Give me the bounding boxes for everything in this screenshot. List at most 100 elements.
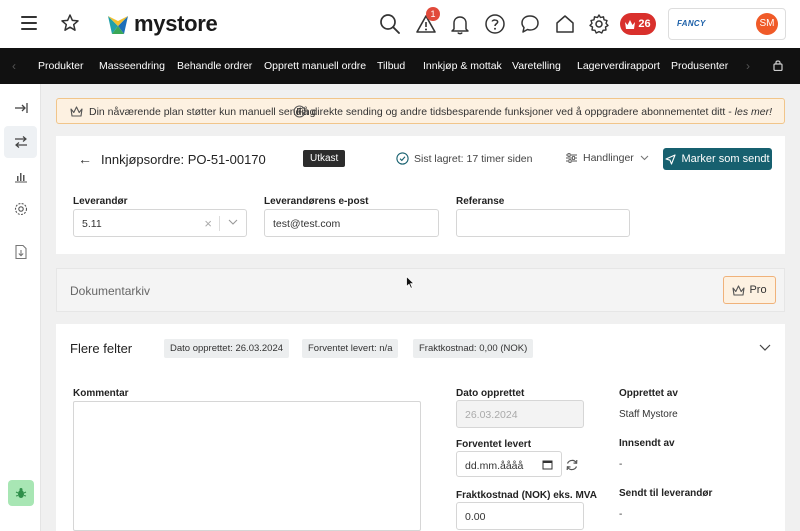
lock-icon[interactable]: [773, 59, 783, 71]
main-nav: ‹ Produkter Masseendring Behandle ordrer…: [0, 48, 800, 84]
created-by-value: Staff Mystore: [619, 409, 678, 420]
pro-button[interactable]: Pro: [723, 276, 776, 304]
date-created-label: Dato opprettet: [456, 388, 525, 399]
credits-count: 26: [638, 18, 651, 30]
bug-report-button[interactable]: [8, 480, 34, 506]
supplier-select[interactable]: 5.11 ×: [73, 209, 247, 237]
left-rail: [0, 84, 41, 531]
supplier-email-value: test@test.com: [273, 218, 341, 230]
date-created-field: 26.03.2024: [456, 400, 584, 428]
actions-label: Handlinger: [583, 152, 634, 164]
chip-date-created: Dato opprettet: 26.03.2024: [164, 339, 290, 358]
expected-delivery-label: Forventet levert: [456, 439, 532, 450]
clear-icon[interactable]: ×: [204, 216, 212, 231]
document-archive-card: Dokumentarkiv Pro: [56, 268, 785, 312]
sent-to-supplier-label: Sendt til leverandør: [619, 488, 713, 499]
banner-left-text: Din nåværende plan støtter kun manuell s…: [89, 106, 316, 118]
home-icon[interactable]: [554, 13, 576, 35]
store-logo[interactable]: mystore: [106, 11, 218, 37]
pro-label: Pro: [749, 284, 767, 296]
order-card: ← Innkjøpsordre: PO-51-00170 Utkast Sist…: [56, 136, 785, 254]
back-arrow-icon[interactable]: ←: [78, 151, 92, 167]
bell-icon[interactable]: [449, 13, 471, 35]
nav-item-behandle-ordrer[interactable]: Behandle ordrer: [177, 60, 252, 72]
top-bar: mystore 1 26 FANCY SM: [0, 0, 800, 48]
supplier-email-field[interactable]: test@test.com: [264, 209, 439, 237]
submitted-by-value: -: [619, 459, 623, 470]
banner-right-text: Få direkte sending og andre tidsbesparen…: [296, 106, 772, 118]
credits-badge[interactable]: 26: [620, 13, 656, 35]
star-icon[interactable]: [60, 13, 80, 33]
download-document-icon[interactable]: [13, 244, 29, 260]
more-fields-title: Flere felter: [70, 341, 133, 356]
page-title: Innkjøpsordre: PO-51-00170: [101, 152, 266, 167]
created-by-label: Opprettet av: [619, 388, 678, 399]
logo-text: mystore: [134, 11, 218, 36]
banner-upgrade-text: Få direkte sending og andre tidsbesparen…: [296, 106, 735, 118]
chevron-down-icon[interactable]: [228, 219, 238, 225]
nav-item-produsenter[interactable]: Produsenter: [671, 60, 728, 72]
chip-expected-delivery: Forventet levert: n/a: [302, 339, 399, 358]
avatar[interactable]: SM: [756, 13, 778, 35]
send-icon: [665, 153, 677, 165]
read-more-link[interactable]: les mer!: [735, 106, 772, 118]
nav-item-innkjop-mottak[interactable]: Innkjøp & mottak: [423, 60, 502, 72]
document-archive-title: Dokumentarkiv: [70, 284, 151, 298]
refresh-icon[interactable]: [565, 458, 579, 472]
help-icon[interactable]: [484, 13, 506, 35]
mark-as-sent-label: Marker som sendt: [681, 153, 770, 165]
mark-as-sent-button[interactable]: Marker som sendt: [663, 148, 772, 170]
notification-badge: 1: [426, 7, 440, 21]
expected-delivery-placeholder: dd.mm.åååå: [465, 460, 524, 472]
chevron-down-icon: [640, 155, 649, 161]
comment-textarea[interactable]: [73, 401, 421, 531]
nav-item-varetelling[interactable]: Varetelling: [512, 60, 561, 72]
save-status-text: Sist lagret: 17 timer siden: [414, 152, 533, 165]
transfer-icon[interactable]: [13, 134, 29, 150]
status-badge: Utkast: [303, 150, 346, 167]
settings-icon[interactable]: [588, 13, 610, 35]
nav-scroll-right-icon[interactable]: ›: [746, 59, 750, 73]
select-separator: [219, 216, 220, 231]
supplier-value: 5.11: [82, 218, 102, 230]
nav-item-produkter[interactable]: Produkter: [38, 60, 84, 72]
bug-icon: [15, 488, 27, 498]
chat-icon[interactable]: [519, 13, 541, 35]
save-status: Sist lagret: 17 timer siden: [396, 152, 532, 165]
crown-icon: [625, 19, 636, 29]
sent-to-supplier-value: -: [619, 509, 623, 520]
crown-icon: [70, 106, 83, 117]
nav-item-tilbud[interactable]: Tilbud: [377, 60, 405, 72]
comment-label: Kommentar: [73, 388, 129, 399]
actions-dropdown[interactable]: Handlinger: [566, 152, 649, 164]
menu-icon[interactable]: [21, 16, 37, 30]
search-icon[interactable]: [379, 13, 401, 35]
nav-item-lagerverdirapport[interactable]: Lagerverdirapport: [577, 60, 660, 72]
check-circle-icon: [396, 152, 409, 165]
plan-banner: Din nåværende plan støtter kun manuell s…: [56, 98, 785, 124]
calendar-icon[interactable]: [542, 459, 553, 470]
reference-label: Referanse: [456, 196, 505, 207]
freight-cost-field[interactable]: 0.00: [456, 502, 584, 530]
expected-delivery-date-input[interactable]: dd.mm.åååå: [456, 451, 562, 477]
supplier-label: Leverandør: [73, 196, 128, 207]
date-created-value: 26.03.2024: [465, 409, 518, 421]
nav-item-opprett-manuell-ordre[interactable]: Opprett manuell ordre: [264, 60, 366, 72]
collapse-chevron-icon[interactable]: [759, 344, 771, 351]
reference-field[interactable]: [456, 209, 630, 237]
gear-icon[interactable]: [13, 201, 29, 217]
mouse-cursor-icon: [406, 276, 415, 289]
freight-cost-label: Fraktkostnad (NOK) eks. MVA: [456, 490, 597, 501]
nav-item-masseendring[interactable]: Masseendring: [99, 60, 165, 72]
expand-sidebar-icon[interactable]: [13, 100, 29, 116]
nav-scroll-left-icon[interactable]: ‹: [12, 59, 16, 73]
more-fields-card: Flere felter Dato opprettet: 26.03.2024 …: [56, 324, 785, 531]
chip-freight-cost: Fraktkostnad: 0,00 (NOK): [413, 339, 534, 358]
supplier-email-label: Leverandørens e-post: [264, 196, 369, 207]
crown-icon: [732, 284, 745, 296]
freight-cost-value: 0.00: [465, 511, 486, 523]
logo-mark-icon: [108, 16, 128, 34]
bar-chart-icon[interactable]: [13, 168, 29, 184]
sliders-icon: [566, 153, 577, 163]
submitted-by-label: Innsendt av: [619, 438, 675, 449]
